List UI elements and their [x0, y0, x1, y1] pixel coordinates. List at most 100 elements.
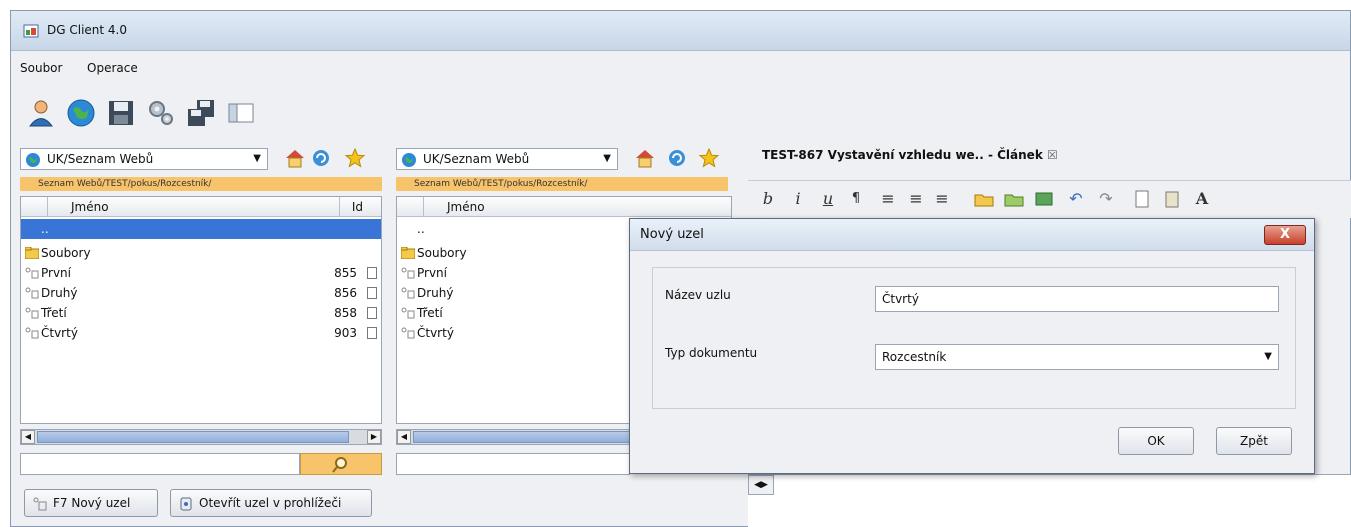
save-icon[interactable] — [105, 97, 137, 129]
dialog-close-button[interactable]: X — [1264, 225, 1306, 245]
row-checkbox[interactable] — [367, 327, 377, 339]
dialog-title: Nový uzel — [640, 227, 704, 242]
main-toolbar — [11, 87, 1350, 141]
panel-icon[interactable] — [225, 97, 257, 129]
paste-icon[interactable] — [1160, 187, 1184, 211]
folder-icon — [25, 247, 39, 259]
back-button[interactable]: Zpět — [1216, 427, 1292, 455]
undo-icon[interactable]: ↶ — [1064, 187, 1088, 211]
image-insert-icon[interactable] — [1032, 187, 1056, 211]
italic-button[interactable]: i — [786, 187, 810, 211]
name-label: Název uzlu — [665, 288, 731, 302]
row-checkbox[interactable] — [367, 267, 377, 279]
redo-icon[interactable]: ↷ — [1094, 187, 1118, 211]
node-icon — [25, 307, 39, 319]
middle-list-header: Jméno — [397, 197, 731, 217]
list-item[interactable]: První 855 — [21, 263, 381, 283]
home-icon[interactable] — [284, 147, 306, 169]
copy-icon[interactable] — [1130, 187, 1154, 211]
align-center-icon[interactable]: ≡ — [904, 187, 928, 211]
chevron-down-icon: ▼ — [603, 153, 611, 164]
node-icon — [401, 267, 415, 279]
node-icon — [401, 287, 415, 299]
menu-soubor[interactable]: Soubor — [20, 61, 62, 75]
folder-open-icon[interactable] — [972, 187, 996, 211]
new-node-button[interactable]: F7 Nový uzel — [24, 489, 158, 517]
settings-icon[interactable] — [145, 97, 177, 129]
left-file-list: Jméno Id .. Soubory První 855 Druhý 856 … — [20, 196, 382, 424]
home-icon[interactable] — [634, 147, 656, 169]
globe-icon — [26, 153, 40, 167]
open-in-browser-button[interactable]: Otevřít uzel v prohlížeči — [170, 489, 372, 517]
app-icon — [23, 24, 39, 38]
document-type-select[interactable]: Rozcestník ▼ — [875, 344, 1279, 370]
scroll-left-icon[interactable]: ◀ — [21, 430, 35, 444]
row-checkbox[interactable] — [367, 307, 377, 319]
left-list-header: Jméno Id — [21, 197, 381, 217]
node-icon — [401, 327, 415, 339]
font-button[interactable]: A — [1190, 187, 1214, 211]
scroll-left-icon[interactable]: ◀ — [397, 430, 411, 444]
left-horizontal-scrollbar[interactable]: ◀ ▶ — [20, 429, 382, 445]
refresh-icon[interactable] — [666, 147, 688, 169]
chevron-down-icon: ▼ — [253, 153, 261, 164]
list-item[interactable]: Soubory — [21, 243, 381, 263]
type-label: Typ dokumentu — [665, 346, 758, 360]
window-title: DG Client 4.0 — [47, 23, 127, 37]
browser-icon — [180, 497, 192, 511]
menu-bar: Soubor Operace — [11, 51, 1350, 87]
left-search-button[interactable] — [300, 453, 382, 475]
menu-operace[interactable]: Operace — [87, 61, 138, 75]
row-checkbox[interactable] — [367, 287, 377, 299]
editor-content[interactable]: ◀▶ — [748, 474, 1351, 527]
refresh-icon[interactable] — [310, 147, 332, 169]
align-right-icon[interactable]: ≡ — [930, 187, 954, 211]
format-toolbar: b i u ¶ ≡ ≡ ≡ ↶ ↷ A — [748, 180, 1351, 218]
middle-search-input[interactable] — [396, 453, 630, 475]
list-item[interactable]: Čtvrtý 903 — [21, 323, 381, 343]
close-tab-icon[interactable]: ☒ — [1047, 148, 1058, 162]
underline-button[interactable]: u — [816, 187, 840, 211]
left-search-input[interactable] — [20, 453, 300, 475]
list-item-parent[interactable]: .. — [21, 219, 381, 239]
node-icon — [25, 287, 39, 299]
user-icon[interactable] — [25, 97, 57, 129]
chevron-down-icon: ▼ — [1264, 351, 1272, 362]
node-name-input[interactable]: Čtvrtý — [875, 286, 1279, 312]
ok-button[interactable]: OK — [1118, 427, 1194, 455]
middle-site-select[interactable]: UK/Seznam Webů ▼ — [396, 148, 618, 170]
scroll-thumb[interactable] — [37, 431, 349, 443]
left-path-bar: Seznam Webů/TEST/pokus/Rozcestník/ — [20, 177, 382, 191]
left-site-select[interactable]: UK/Seznam Webů ▼ — [20, 148, 268, 170]
scroll-right-icon[interactable]: ▶ — [367, 430, 381, 444]
star-icon[interactable] — [344, 147, 366, 169]
middle-site-select-value: UK/Seznam Webů — [423, 152, 530, 166]
star-icon[interactable] — [698, 147, 720, 169]
folder-add-icon[interactable] — [1002, 187, 1026, 211]
globe-icon[interactable] — [65, 97, 97, 129]
node-icon — [33, 497, 47, 511]
title-bar: DG Client 4.0 — [11, 11, 1350, 51]
globe-icon — [402, 153, 416, 167]
list-item[interactable]: Druhý 856 — [21, 283, 381, 303]
folder-icon — [401, 247, 415, 259]
column-header-id[interactable]: Id — [352, 200, 363, 214]
paragraph-button[interactable]: ¶ — [844, 187, 868, 211]
new-node-dialog: Nový uzel X Název uzlu Čtvrtý Typ dokume… — [629, 218, 1315, 474]
search-icon — [332, 457, 347, 473]
align-left-icon[interactable]: ≡ — [876, 187, 900, 211]
column-header-name[interactable]: Jméno — [71, 200, 109, 214]
node-icon — [401, 307, 415, 319]
node-icon — [25, 327, 39, 339]
left-site-select-value: UK/Seznam Webů — [47, 152, 154, 166]
bold-button[interactable]: b — [756, 187, 780, 211]
list-item[interactable]: Třetí 858 — [21, 303, 381, 323]
node-icon — [25, 267, 39, 279]
dialog-fields-group: Název uzlu Čtvrtý Typ dokumentu Rozcestn… — [652, 267, 1296, 409]
save-multiple-icon[interactable] — [185, 97, 217, 129]
middle-path-bar: Seznam Webů/TEST/pokus/Rozcestník/ — [396, 177, 728, 191]
column-header-name[interactable]: Jméno — [447, 200, 485, 214]
scroll-arrows-icon[interactable]: ◀▶ — [748, 475, 774, 495]
editor-tab[interactable]: TEST-867 Vystavění vzhledu we.. - Článek… — [748, 137, 1058, 173]
dialog-title-bar: Nový uzel X — [630, 219, 1314, 251]
